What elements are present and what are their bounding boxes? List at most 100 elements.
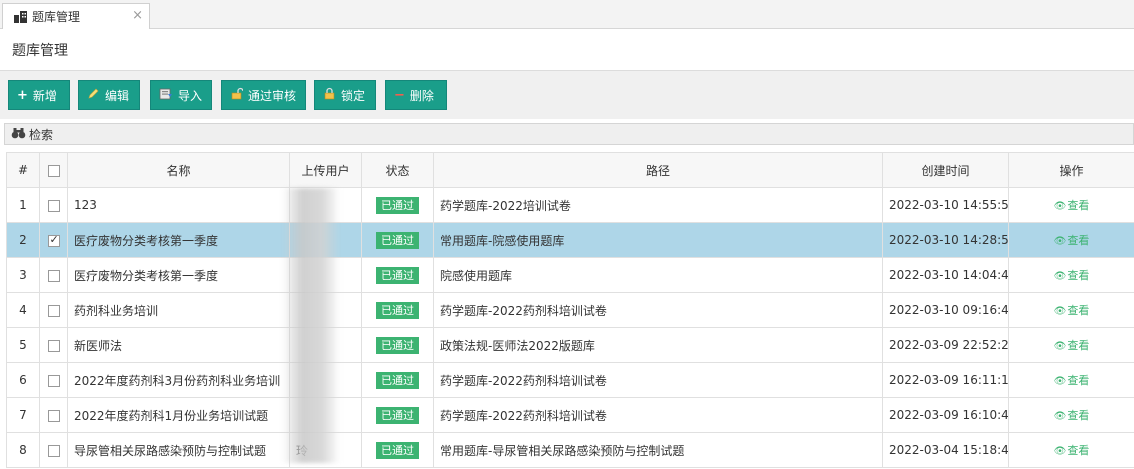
row-status: 已通过 [361, 397, 434, 433]
row-created: 2022-03-04 15:18:40 [882, 432, 1009, 468]
table-row[interactable]: 7 2022年度药剂科1月份业务培训试题 已通过 药学题库-2022药剂科培训试卷 20… [6, 397, 1134, 433]
eye-icon: 👁 [1053, 446, 1067, 457]
row-action: 👁查看 [1008, 362, 1134, 398]
blurred-user-column [282, 188, 340, 463]
view-link-label: 查看 [1067, 199, 1090, 212]
row-action: 👁查看 [1008, 187, 1134, 223]
row-path: 药学题库-2022培训试卷 [433, 187, 883, 223]
approve-button[interactable]: 通过审核 [221, 80, 306, 110]
page-title: 题库管理 [12, 43, 68, 59]
view-link[interactable]: 👁查看 [1054, 199, 1090, 212]
row-path: 药学题库-2022药剂科培训试卷 [433, 292, 883, 328]
row-status: 已通过 [361, 222, 434, 258]
row-checkbox[interactable] [47, 269, 60, 282]
row-checkbox[interactable] [47, 233, 60, 247]
row-index: 7 [6, 397, 40, 433]
col-header-action: 操作 [1008, 152, 1134, 188]
status-badge: 已通过 [376, 441, 419, 459]
tab-question-bank[interactable]: 题库管理 × [2, 3, 150, 29]
view-link[interactable]: 👁查看 [1054, 234, 1090, 247]
question-bank-table: # 名称 上传用户 状态 路径 创建时间 操作 1 123 已通过 药学题库-2022… [6, 152, 1134, 468]
row-action: 👁查看 [1008, 257, 1134, 293]
search-panel[interactable]: 检索 [4, 123, 1134, 145]
col-header-path[interactable]: 路径 [433, 152, 883, 188]
eye-icon: 👁 [1053, 236, 1067, 247]
minus-icon: − [394, 87, 405, 103]
row-checkbox[interactable] [47, 444, 60, 457]
view-link[interactable]: 👁查看 [1054, 339, 1090, 352]
row-index: 2 [6, 222, 40, 258]
lock-button[interactable]: 锁定 [314, 80, 376, 110]
tab-bar: 题库管理 × [0, 0, 1134, 29]
edit-button[interactable]: 编辑 [78, 80, 140, 110]
row-checkbox-cell[interactable] [39, 187, 68, 223]
row-checkbox-cell[interactable] [39, 397, 68, 433]
row-created: 2022-03-10 09:16:48 [882, 292, 1009, 328]
close-icon[interactable]: × [132, 8, 143, 23]
col-header-name[interactable]: 名称 [67, 152, 290, 188]
select-all-checkbox[interactable] [47, 164, 60, 177]
lock-button-label: 锁定 [341, 88, 366, 103]
row-index: 1 [6, 187, 40, 223]
eye-icon: 👁 [1053, 201, 1067, 212]
row-name: 新医师法 [67, 327, 290, 363]
row-name: 药剂科业务培训 [67, 292, 290, 328]
row-checkbox[interactable] [47, 409, 60, 422]
row-created: 2022-03-10 14:04:43 [882, 257, 1009, 293]
row-status: 已通过 [361, 432, 434, 468]
row-action: 👁查看 [1008, 327, 1134, 363]
import-icon [159, 87, 173, 103]
table-row[interactable]: 2 医疗废物分类考核第一季度 已通过常用题库-院感使用题库2022-03-10 14… [6, 222, 1134, 258]
view-link-label: 查看 [1067, 374, 1090, 387]
table-row[interactable]: 8导尿管相关尿路感染预防与控制试题玲已通过常用题库-导尿管相关尿路感染预防与控制… [6, 432, 1134, 468]
col-header-created[interactable]: 创建时间 [882, 152, 1009, 188]
row-index: 3 [6, 257, 40, 293]
row-name: 123 [67, 187, 290, 223]
view-link[interactable]: 👁查看 [1054, 304, 1090, 317]
view-link[interactable]: 👁查看 [1054, 374, 1090, 387]
row-checkbox-cell[interactable] [39, 327, 68, 363]
status-badge: 已通过 [376, 231, 419, 249]
add-button[interactable]: + 新增 [8, 80, 70, 110]
table-row[interactable]: 6 2022年度药剂科3月份药剂科业务培训 已通过 药学题库-2022药剂科培训试卷 2… [6, 362, 1134, 398]
row-index: 8 [6, 432, 40, 468]
col-header-status[interactable]: 状态 [361, 152, 434, 188]
row-checkbox-cell[interactable] [39, 222, 68, 258]
table-row[interactable]: 5 新医师法 已通过 政策法规-医师法2022版题库 2022-03-09 22:52:… [6, 327, 1134, 363]
eye-icon: 👁 [1053, 411, 1067, 422]
view-link[interactable]: 👁查看 [1054, 444, 1090, 457]
table-row[interactable]: 3 医疗废物分类考核第一季度 已通过 院感使用题库 2022-03-10 14:04:4… [6, 257, 1134, 293]
row-checkbox[interactable] [47, 199, 60, 212]
add-button-label: 新增 [32, 88, 57, 103]
tab-title: 题库管理 [32, 10, 81, 24]
view-link[interactable]: 👁查看 [1054, 269, 1090, 282]
row-checkbox-cell[interactable] [39, 292, 68, 328]
table-row[interactable]: 4 药剂科业务培训 已通过 药学题库-2022药剂科培训试卷 2022-03-10 09… [6, 292, 1134, 328]
eye-icon: 👁 [1053, 341, 1067, 352]
table-header-row: # 名称 上传用户 状态 路径 创建时间 操作 [6, 152, 1134, 188]
row-name: 2022年度药剂科3月份药剂科业务培训 [67, 362, 290, 398]
search-label: 检索 [29, 127, 54, 142]
row-created: 2022-03-10 14:28:52 [882, 222, 1009, 258]
row-checkbox-cell[interactable] [39, 432, 68, 468]
row-path: 政策法规-医师法2022版题库 [433, 327, 883, 363]
row-checkbox[interactable] [47, 339, 60, 352]
table-row[interactable]: 1 123 已通过 药学题库-2022培训试卷 2022-03-10 14:55:57 👁… [6, 187, 1134, 223]
col-header-user[interactable]: 上传用户 [289, 152, 362, 188]
row-checkbox-cell[interactable] [39, 257, 68, 293]
building-icon [13, 10, 29, 24]
import-button[interactable]: 导入 [150, 80, 212, 110]
toolbar: + 新增 编辑 导入 通过审核 锁定 − 删除 [0, 71, 1134, 119]
binoculars-icon [11, 127, 26, 142]
row-checkbox[interactable] [47, 304, 60, 317]
delete-button[interactable]: − 删除 [385, 80, 447, 110]
delete-button-label: 删除 [409, 88, 434, 103]
import-button-label: 导入 [178, 88, 203, 103]
status-badge: 已通过 [376, 196, 419, 214]
view-link-label: 查看 [1067, 444, 1090, 457]
row-checkbox[interactable] [47, 374, 60, 387]
view-link-label: 查看 [1067, 269, 1090, 282]
col-header-select[interactable] [39, 152, 68, 188]
row-checkbox-cell[interactable] [39, 362, 68, 398]
view-link[interactable]: 👁查看 [1054, 409, 1090, 422]
